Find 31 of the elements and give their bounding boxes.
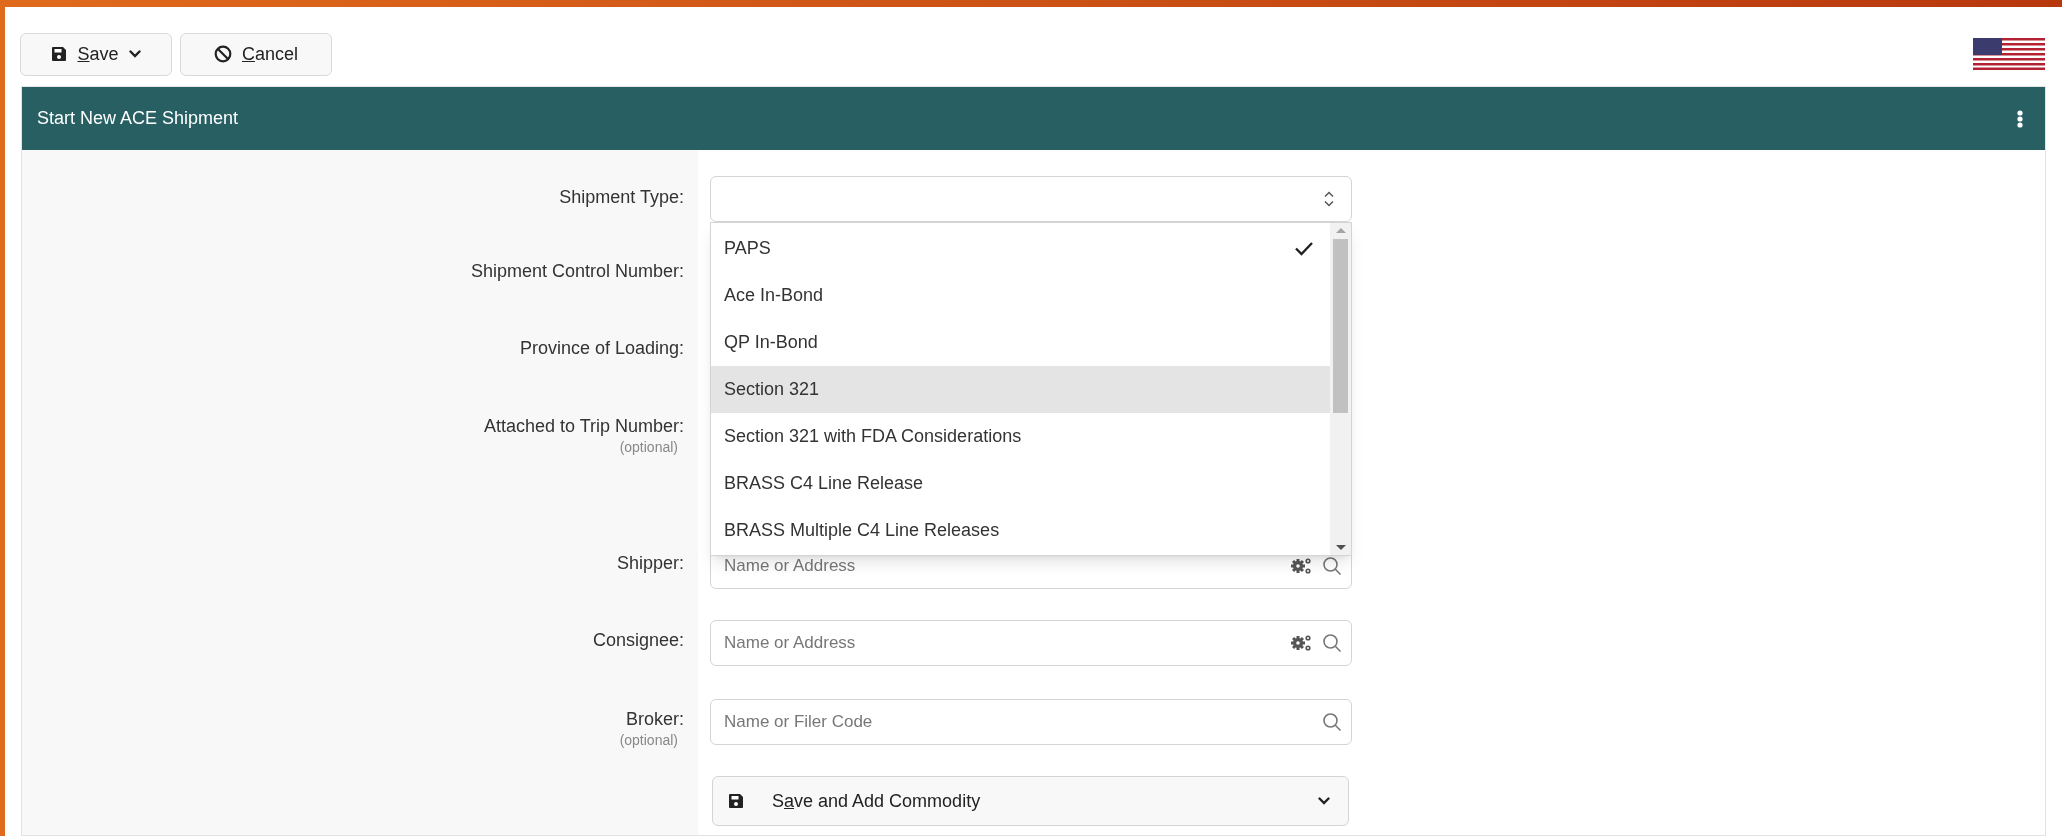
field-label: Shipment Control Number:	[470, 260, 684, 282]
search-icon[interactable]	[1322, 633, 1342, 653]
save-and-add-button[interactable]: Save and Add Commodity	[712, 776, 1349, 826]
scrollbar[interactable]	[1330, 223, 1351, 555]
sort-arrows-icon	[1323, 190, 1335, 208]
dropdown-option[interactable]: Section 321	[711, 366, 1330, 413]
scrollbar-thumb[interactable]	[1333, 239, 1348, 413]
field-label: Shipment Type:	[559, 186, 684, 208]
optional-note: (optional)	[619, 438, 679, 457]
field-label: Province of Loading:	[519, 337, 684, 359]
gears-icon[interactable]	[1290, 557, 1312, 575]
lookup-field[interactable]: Name or Filer Code	[710, 699, 1352, 745]
flag-icon[interactable]	[1973, 38, 2045, 70]
field-label: Consignee:	[592, 629, 684, 651]
field-label: Attached to Trip Number:	[483, 415, 684, 437]
ban-icon	[214, 45, 232, 63]
save-icon	[728, 793, 744, 809]
optional-note: (optional)	[619, 731, 679, 750]
search-icon[interactable]	[1322, 556, 1342, 576]
caret-icon	[1318, 797, 1330, 805]
save-icon	[51, 46, 68, 62]
field-label: Broker:	[625, 708, 684, 730]
panel-title: Start New ACE Shipment	[37, 107, 239, 130]
cancel-button[interactable]: Cancel	[180, 32, 332, 76]
more-icon[interactable]	[2017, 109, 2023, 128]
gears-icon[interactable]	[1290, 634, 1312, 652]
save-button[interactable]: Save	[20, 32, 172, 76]
caret-icon	[128, 50, 141, 58]
lookup-field[interactable]: Name or Address	[710, 620, 1352, 666]
field-label: Shipper:	[616, 552, 684, 574]
search-icon[interactable]	[1322, 712, 1342, 732]
